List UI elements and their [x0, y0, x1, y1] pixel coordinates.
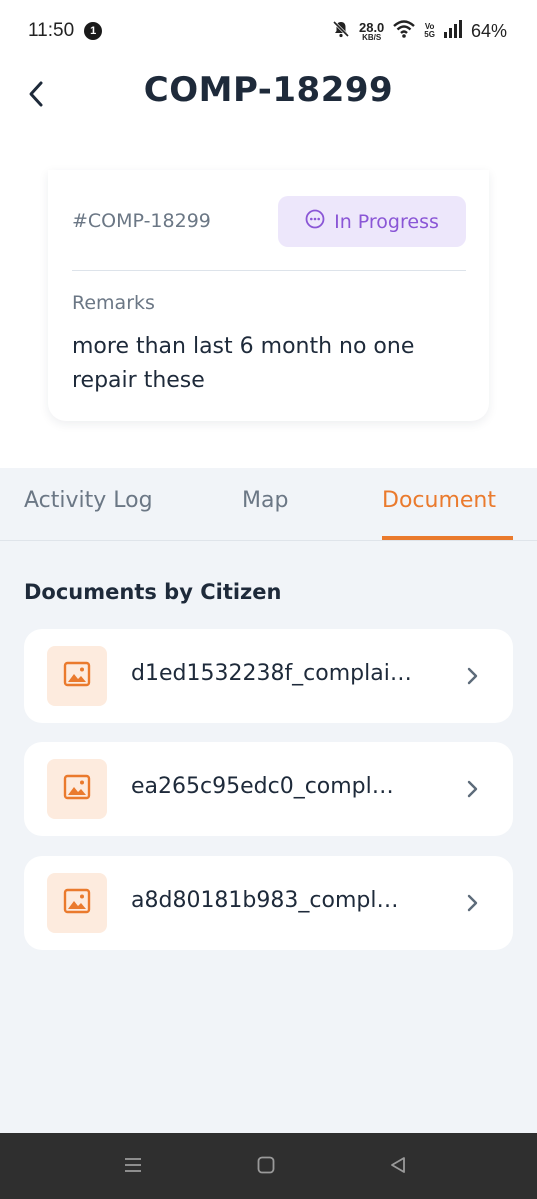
dots-circle-icon: [305, 209, 325, 234]
document-thumbnail: [47, 646, 107, 706]
status-badge: In Progress: [278, 196, 466, 247]
document-name: ea265c95edc0_compl…: [131, 774, 394, 799]
signal-icon: [443, 20, 463, 42]
home-button[interactable]: [254, 1155, 278, 1179]
app-header: COMP-18299: [0, 62, 537, 170]
mute-bell-icon: [331, 19, 351, 43]
card-divider: [72, 270, 466, 271]
document-thumbnail: [47, 759, 107, 819]
document-item[interactable]: ea265c95edc0_compl…: [24, 742, 513, 836]
system-nav-bar: [0, 1133, 537, 1199]
complaint-summary-section: #COMP-18299 In Progress Remarks more tha…: [0, 170, 537, 468]
notification-count-badge: 1: [84, 22, 103, 40]
image-icon: [63, 661, 91, 691]
net-speed-value: 28.0: [358, 19, 385, 35]
chevron-right-icon: [462, 778, 482, 800]
remarks-label: Remarks: [72, 292, 155, 314]
documents-heading: Documents by Citizen: [24, 580, 282, 604]
document-item[interactable]: a8d80181b983_compl…: [24, 856, 513, 950]
system-back-button[interactable]: [386, 1155, 410, 1179]
page-title: COMP-18299: [143, 70, 394, 110]
tab-document[interactable]: Document: [382, 488, 513, 513]
document-name: d1ed1532238f_complai…: [131, 661, 412, 686]
tab-bar: Activity Log Map Document: [0, 468, 537, 541]
menu-icon: [122, 1155, 144, 1179]
chevron-right-icon: [462, 892, 482, 914]
back-triangle-icon: [388, 1155, 408, 1179]
wifi-icon: [392, 19, 416, 43]
recent-apps-button[interactable]: [121, 1155, 145, 1179]
volte-indicator: Vo 5G: [424, 23, 435, 39]
complaint-id: #COMP-18299: [72, 210, 211, 232]
remarks-text: more than last 6 month no one repair the…: [72, 334, 415, 393]
status-badge-label: In Progress: [334, 210, 439, 233]
volte-bottom: 5G: [424, 30, 435, 39]
net-speed-unit: KB/S: [362, 32, 382, 42]
status-right: 28.0 KB/S Vo 5G 64%: [331, 19, 507, 43]
home-square-icon: [256, 1155, 276, 1179]
status-left: 11:50 1: [28, 20, 103, 42]
active-tab-indicator: [382, 536, 513, 540]
tab-activity-log[interactable]: Activity Log: [24, 488, 156, 513]
complaint-info-card: #COMP-18299 In Progress Remarks more tha…: [48, 170, 489, 421]
status-bar: 11:50 1 28.0 KB/S Vo 5G 64%: [0, 0, 537, 62]
image-icon: [63, 774, 91, 804]
image-icon: [63, 888, 91, 918]
tab-map[interactable]: Map: [242, 488, 288, 513]
net-speed: 28.0 KB/S: [359, 21, 384, 42]
document-thumbnail: [47, 873, 107, 933]
chevron-right-icon: [462, 665, 482, 687]
battery-level: 64%: [470, 20, 507, 41]
status-time: 11:50: [28, 20, 75, 41]
document-item[interactable]: d1ed1532238f_complai…: [24, 629, 513, 723]
document-name: a8d80181b983_compl…: [131, 888, 399, 913]
